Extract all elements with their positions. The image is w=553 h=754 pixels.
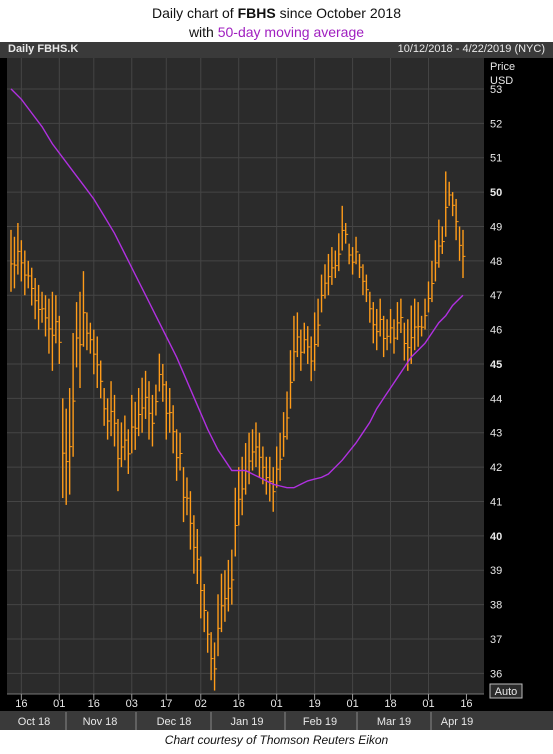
x-month-label: Mar 19: [377, 716, 411, 728]
x-day-label: 01: [53, 698, 65, 710]
y-tick-label: 41: [490, 496, 502, 508]
x-day-label: 16: [15, 698, 27, 710]
title-ticker: FBHS: [237, 5, 276, 21]
y-tick-label: 39: [490, 565, 502, 577]
y-tick-label: 47: [490, 290, 502, 302]
x-day-label: 02: [195, 698, 207, 710]
y-tick-label: 49: [490, 221, 502, 233]
y-tick-label: 40: [490, 531, 502, 543]
y-tick-label: 38: [490, 600, 502, 612]
x-day-label: 01: [271, 698, 283, 710]
x-day-label: 18: [384, 698, 396, 710]
auto-scale-label: Auto: [495, 686, 518, 698]
y-axis-unit: USD: [490, 75, 513, 87]
price-chart: 363738394041424344454647484950515253Pric…: [0, 58, 553, 730]
x-day-label: 16: [88, 698, 100, 710]
title-prefix: Daily chart of: [151, 5, 234, 21]
x-day-label: 01: [422, 698, 434, 710]
y-axis-title: Price: [490, 61, 515, 73]
y-tick-label: 52: [490, 118, 502, 130]
x-month-label: Dec 18: [157, 716, 192, 728]
y-tick-label: 45: [490, 359, 502, 371]
x-month-label: Nov 18: [83, 716, 118, 728]
y-tick-label: 43: [490, 428, 502, 440]
y-tick-label: 48: [490, 256, 502, 268]
y-tick-label: 50: [490, 187, 502, 199]
y-tick-label: 51: [490, 153, 502, 165]
x-month-label: Feb 19: [303, 716, 337, 728]
x-day-label: 01: [346, 698, 358, 710]
chart-frame: Daily FBHS.K 10/12/2018 - 4/22/2019 (NYC…: [0, 42, 553, 730]
plot-area: [7, 58, 484, 694]
title-line2-prefix: with: [188, 24, 214, 40]
y-tick-label: 46: [490, 325, 502, 337]
y-tick-label: 42: [490, 462, 502, 474]
y-axis: 363738394041424344454647484950515253Pric…: [490, 61, 515, 680]
y-tick-label: 37: [490, 634, 502, 646]
x-day-label: 16: [460, 698, 472, 710]
title-ma-note: 50-day moving average: [217, 24, 365, 40]
title-line-1: Daily chart of FBHS since October 2018: [0, 0, 553, 23]
auto-scale-button[interactable]: Auto: [489, 683, 523, 699]
y-tick-label: 36: [490, 668, 502, 680]
y-tick-label: 44: [490, 393, 502, 405]
title-suffix: since October 2018: [279, 5, 401, 21]
chart-title: Daily chart of FBHS since October 2018 w…: [0, 0, 553, 42]
x-axis: 16 01 16 03 17 02 16 01 19 01 18 01 16 Oct 18 Nov 18 De…: [0, 693, 553, 730]
x-day-label: 17: [160, 698, 172, 710]
chart-credit: Chart courtesy of Thomson Reuters Eikon: [164, 733, 389, 747]
x-day-label: 19: [309, 698, 321, 710]
x-month-label: Jan 19: [230, 716, 263, 728]
title-line-2: with 50-day moving average: [0, 23, 553, 42]
x-month-label: Oct 18: [18, 716, 50, 728]
x-day-label: 16: [233, 698, 245, 710]
x-day-label: 03: [126, 698, 138, 710]
x-month-label: Apr 19: [441, 716, 473, 728]
